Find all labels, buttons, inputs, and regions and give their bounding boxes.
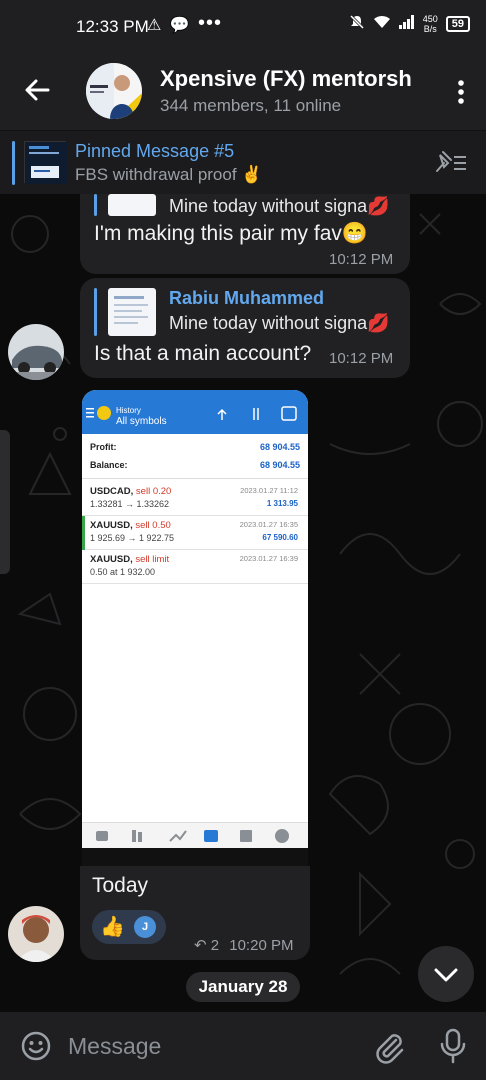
message-time: 10:20 PM — [229, 937, 294, 954]
emoji-button[interactable] — [20, 1030, 52, 1062]
message-bubble[interactable]: Mine today without signa💋 I'm making thi… — [80, 194, 410, 274]
side-drawer-handle[interactable] — [0, 430, 10, 574]
pinned-message-bar[interactable]: Pinned Message #5 FBS withdrawal proof ✌… — [0, 130, 486, 194]
thumbs-up-icon: 👍 — [100, 916, 125, 938]
trade-date: 2023.01.27 16:35 — [239, 520, 298, 529]
battery-icon: 59 — [445, 16, 470, 32]
trade-symbol-name: XAUUSD, — [90, 554, 133, 565]
more-options-button[interactable] — [456, 78, 466, 106]
status-bar: 12:33 PM ⚠ 💬 ••• 450 B/s 59 — [0, 0, 486, 52]
paperclip-icon — [376, 1034, 404, 1064]
trade-profit: 1 313.95 — [266, 499, 298, 508]
trade-symbol: XAUUSD, sell limit — [90, 554, 169, 565]
arrow-left-icon — [25, 79, 50, 101]
trade-highlight — [82, 516, 85, 550]
reaction-user-avatar: J — [134, 916, 156, 938]
trade-profit: 67 590.60 — [262, 533, 298, 542]
chevron-down-icon — [434, 968, 458, 982]
photo-profit-value: 68 904.55 — [259, 442, 300, 452]
message-time: 10:12 PM — [329, 350, 394, 367]
sender-avatar[interactable] — [8, 324, 64, 380]
pinned-subtitle: FBS withdrawal proof ✌️ — [75, 165, 263, 184]
network-speed-unit: B/s — [423, 24, 437, 34]
photo-balance-value: 68 904.55 — [259, 460, 300, 470]
reply-thumbnail — [108, 288, 156, 336]
photo-attachment[interactable]: History All symbols Profit: 68 904.55 Ba… — [82, 390, 308, 866]
trade-date: 2023.01.27 16:39 — [239, 554, 298, 563]
pin-list-icon — [436, 151, 466, 172]
network-speed-value: 450 — [422, 14, 438, 24]
photo-app-tabbar — [82, 822, 308, 848]
microphone-icon — [440, 1028, 466, 1064]
trade-action: sell 0.50 — [135, 520, 171, 531]
message-text: Is that a main account? — [94, 342, 312, 365]
photo-trade-row: USDCAD, sell 0.20 1.33281 → 1.33262 2023… — [82, 482, 308, 516]
more-vertical-icon — [458, 80, 464, 104]
reply-thumbnail — [108, 194, 156, 216]
message-input[interactable] — [68, 1030, 348, 1062]
reply-text: Mine today without signa💋 — [169, 196, 390, 216]
message-text: Today — [92, 874, 149, 897]
message-time: 10:12 PM — [329, 251, 394, 268]
back-button[interactable] — [20, 72, 56, 108]
chat-member-count: 344 members, 11 online — [160, 96, 342, 115]
reply-preview[interactable]: Mine today without signa💋 — [94, 194, 394, 218]
trade-symbol: USDCAD, sell 0.20 — [90, 486, 171, 497]
attach-button[interactable] — [372, 1030, 406, 1064]
message-text: I'm making this pair my fav😁 — [94, 222, 369, 245]
trade-prices: 1.33281 → 1.33262 — [90, 499, 170, 509]
date-separator: January 28 — [186, 972, 300, 1002]
trade-prices: 0.50 at 1 932.00 — [90, 567, 156, 577]
trade-date: 2023.01.27 11:12 — [240, 486, 298, 495]
status-time: 12:33 PM — [76, 17, 149, 36]
pinned-list-button[interactable] — [434, 149, 468, 175]
photo-system-nav — [82, 848, 308, 866]
smiley-icon — [21, 1031, 51, 1061]
reaction-chip[interactable]: 👍 J — [92, 910, 166, 944]
photo-app-title-top: History — [116, 406, 141, 415]
photo-profit-label: Profit: — [90, 442, 117, 452]
chat-title[interactable]: Xpensive (FX) mentorsh — [160, 66, 430, 92]
mute-icon — [349, 14, 365, 34]
photo-trade-row: XAUUSD, sell limit 0.50 at 1 932.00 2023… — [82, 550, 308, 584]
group-avatar[interactable] — [86, 63, 142, 119]
reply-indicator — [94, 194, 97, 216]
trade-symbol-name: XAUUSD, — [90, 520, 133, 531]
chat-header: Xpensive (FX) mentorsh 344 members, 11 o… — [0, 52, 486, 130]
wifi-icon — [373, 15, 391, 34]
voice-message-button[interactable] — [438, 1028, 468, 1064]
photo-balance-label: Balance: — [90, 460, 128, 470]
photo-trade-row: XAUUSD, sell 0.50 1 925.69 → 1 922.75 20… — [82, 516, 308, 550]
pinned-thumbnail — [24, 141, 67, 184]
photo-divider — [82, 478, 308, 479]
photo-balance-row: Balance: 68 904.55 — [82, 460, 308, 474]
trade-action: sell 0.20 — [135, 486, 172, 497]
trade-prices: 1 925.69 → 1 922.75 — [90, 533, 175, 543]
photo-profit-row: Profit: 68 904.55 — [82, 442, 308, 456]
message-bubble[interactable]: Rabiu Muhammed Mine today without signa💋… — [80, 278, 410, 378]
signal-icon — [398, 14, 415, 34]
notification-icons: ⚠ 💬 — [147, 17, 192, 34]
reply-preview[interactable]: Rabiu Muhammed Mine today without signa💋 — [94, 288, 394, 336]
photo-message-bubble[interactable]: Today 👍 J ↶ 2 10:20 PM — [80, 866, 310, 960]
pinned-title: Pinned Message #5 — [75, 141, 235, 161]
scroll-to-bottom-button[interactable] — [418, 946, 474, 1002]
trade-symbol: XAUUSD, sell 0.50 — [90, 520, 171, 531]
trade-action: sell limit — [135, 554, 170, 565]
photo-app-header: History All symbols — [82, 390, 308, 434]
photo-app-title: All symbols — [116, 416, 167, 427]
message-meta: ↶ 2 10:20 PM — [194, 936, 293, 954]
reply-author: Rabiu Muhammed — [169, 288, 325, 308]
sender-avatar[interactable] — [8, 906, 64, 962]
reply-indicator — [94, 288, 97, 336]
message-list[interactable]: Mine today without signa💋 I'm making thi… — [0, 194, 486, 1012]
pinned-indicator — [12, 141, 15, 185]
message-composer — [0, 1012, 486, 1080]
more-notifications-icon: ••• — [198, 12, 223, 34]
network-speed: 450 B/s — [423, 14, 438, 34]
reply-text: Mine today without signa💋 — [169, 313, 390, 333]
trade-symbol-name: USDCAD, — [90, 486, 134, 497]
forward-count: ↶ 2 — [194, 937, 220, 954]
